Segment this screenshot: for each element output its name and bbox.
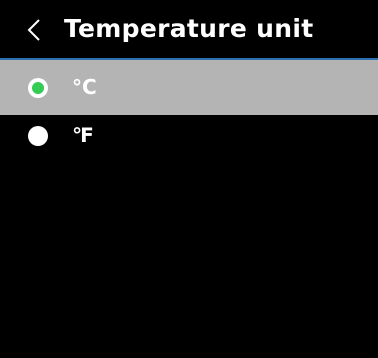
option-label: ℉ — [72, 123, 94, 147]
option-celsius[interactable]: °C — [0, 60, 378, 115]
radio-unselected-icon — [28, 126, 48, 146]
chevron-left-icon — [27, 19, 40, 41]
header-bar: Temperature unit — [0, 0, 378, 58]
radio-selected-icon — [28, 78, 48, 98]
back-button[interactable] — [22, 17, 48, 43]
radio-dot — [32, 82, 44, 94]
option-fahrenheit[interactable]: ℉ — [0, 108, 378, 163]
page-title: Temperature unit — [64, 14, 314, 43]
option-label: °C — [72, 75, 97, 99]
